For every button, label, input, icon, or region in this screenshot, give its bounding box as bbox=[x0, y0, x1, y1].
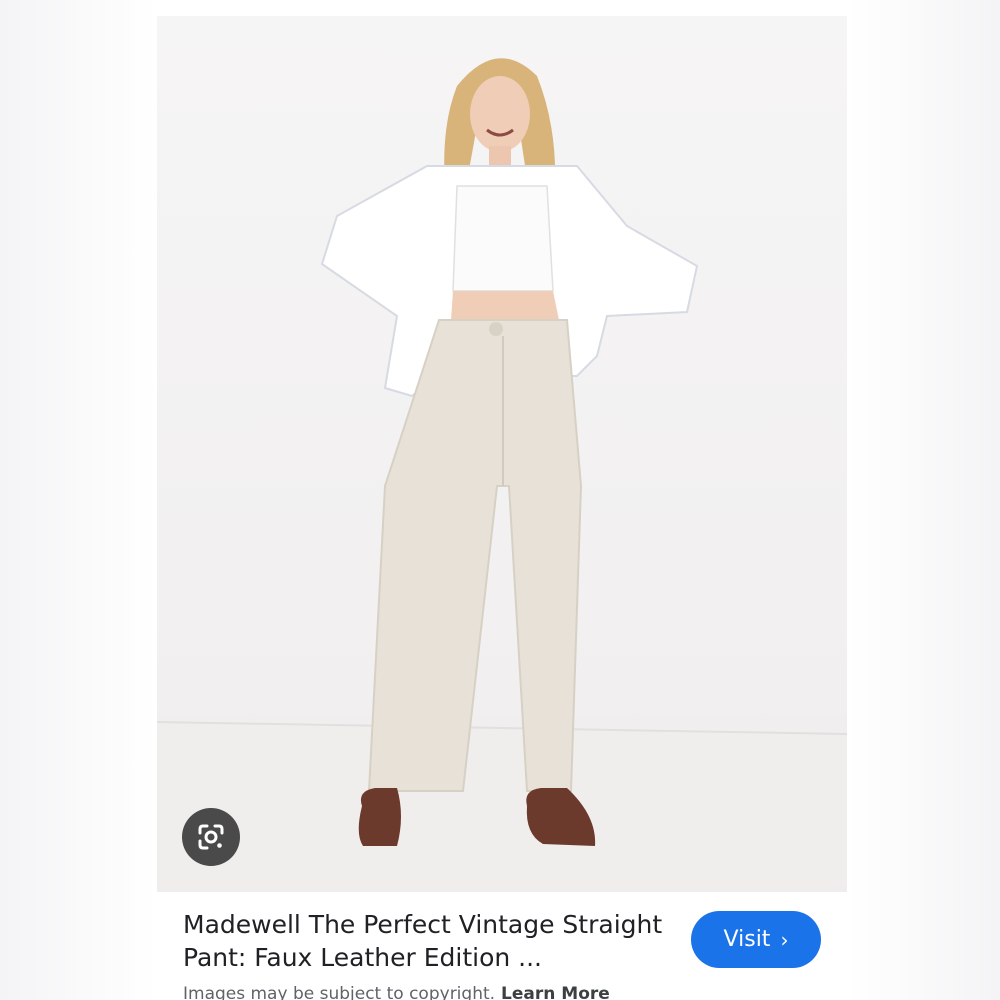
card-top-edge bbox=[157, 0, 847, 16]
google-lens-button[interactable] bbox=[182, 808, 240, 866]
visit-button[interactable]: Visit › bbox=[691, 911, 821, 968]
chevron-right-icon: › bbox=[780, 927, 789, 952]
result-title[interactable]: Madewell The Perfect Vintage Straight Pa… bbox=[183, 908, 663, 974]
product-photo-illustration bbox=[157, 58, 847, 892]
visit-label: Visit bbox=[723, 927, 771, 952]
background-right bbox=[847, 0, 1000, 1000]
product-image[interactable] bbox=[157, 16, 847, 892]
google-lens-icon bbox=[198, 824, 224, 850]
copyright-notice: Images may be subject to copyright. Learn… bbox=[183, 984, 610, 1000]
copyright-text: Images may be subject to copyright. bbox=[183, 984, 496, 1000]
image-result-card: Madewell The Perfect Vintage Straight Pa… bbox=[157, 0, 847, 1000]
learn-more-link[interactable]: Learn More bbox=[501, 984, 610, 1000]
background-left bbox=[0, 0, 157, 1000]
